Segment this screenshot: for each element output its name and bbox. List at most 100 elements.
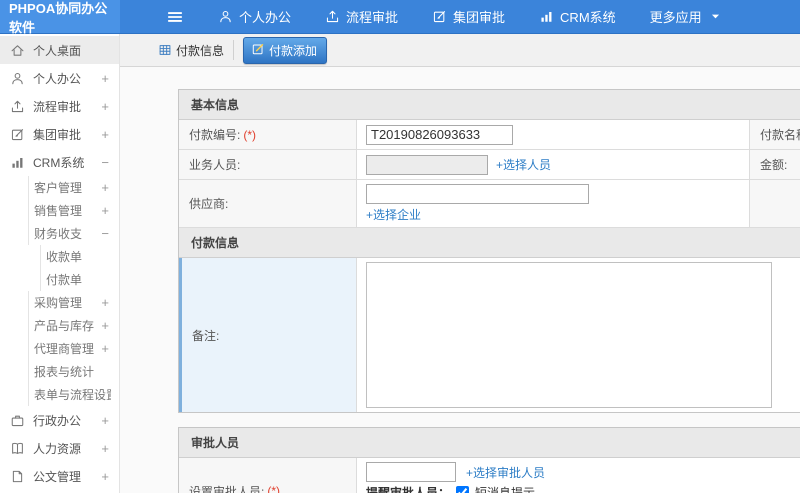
chart-icon bbox=[539, 9, 554, 24]
topbar-menu-item[interactable]: 更多应用 bbox=[650, 7, 723, 26]
select-person-link[interactable]: +选择人员 bbox=[496, 156, 551, 173]
sidebar-item[interactable]: 个人办公 + bbox=[0, 64, 119, 92]
hamburger-icon bbox=[166, 8, 184, 26]
sidebar-item-label: 财务收支 bbox=[34, 227, 83, 241]
topbar-menu-item-label: 个人办公 bbox=[239, 10, 292, 25]
supplier-input-cell: +选择企业 bbox=[357, 180, 749, 227]
sidebar-item[interactable]: CRM系统 − bbox=[0, 148, 119, 176]
expand-toggle[interactable]: + bbox=[101, 203, 111, 218]
sidebar-item[interactable]: 人力资源 + bbox=[0, 434, 119, 462]
approver-input[interactable] bbox=[366, 462, 456, 482]
document-icon bbox=[10, 469, 25, 484]
expand-toggle[interactable]: + bbox=[101, 71, 111, 86]
expand-toggle[interactable]: + bbox=[101, 441, 111, 456]
sidebar-item[interactable]: 收款单 bbox=[0, 245, 119, 268]
sidebar-item[interactable]: 销售管理 + bbox=[0, 199, 119, 222]
amount-label: 金额: bbox=[760, 158, 788, 172]
table-icon bbox=[158, 43, 172, 57]
sms-remind-checkbox[interactable] bbox=[456, 486, 470, 493]
sidebar-item-label: 报表与统计 bbox=[34, 365, 95, 379]
book-icon bbox=[10, 441, 25, 456]
select-approver-link[interactable]: +选择审批人员 bbox=[466, 464, 545, 481]
payment-form: 基本信息 付款编号: (*) 付款名称: (*) 业务人员: bbox=[120, 67, 800, 493]
sidebar-item[interactable]: 代理商管理 + bbox=[0, 337, 119, 360]
remark-input-cell bbox=[357, 258, 800, 412]
topbar-menu-item[interactable]: 集团审批 bbox=[432, 7, 505, 26]
expand-toggle[interactable]: + bbox=[101, 127, 111, 142]
expand-toggle[interactable]: + bbox=[101, 469, 111, 484]
sidebar-item-label: CRM系统 bbox=[33, 155, 85, 170]
sidebar-item[interactable]: 表单与流程设置+ bbox=[0, 383, 119, 406]
payment-no-input[interactable] bbox=[366, 124, 513, 145]
business-person-input-cell: +选择人员 bbox=[357, 150, 749, 179]
sidebar-item[interactable]: 行政办公 + bbox=[0, 406, 119, 434]
expand-toggle[interactable]: + bbox=[101, 318, 111, 333]
sidebar-item[interactable]: 公文管理 + bbox=[0, 462, 119, 490]
tab-payment-add[interactable]: 付款添加 bbox=[243, 36, 328, 64]
chart-icon bbox=[10, 155, 25, 170]
sidebar-item-label: 集团审批 bbox=[33, 127, 82, 142]
approver-label-cell: 设置审批人员: (*) bbox=[179, 458, 357, 493]
app-logo: PHPOA协同办公软件 bbox=[0, 0, 120, 35]
sidebar-item[interactable]: 采购管理 + bbox=[0, 291, 119, 314]
topbar-menu-item[interactable]: 流程审批 bbox=[325, 7, 398, 26]
supplier-row: 供应商: +选择企业 bbox=[179, 180, 800, 228]
section-header-basic: 基本信息 bbox=[179, 90, 800, 120]
tab-payment-add-label: 付款添加 bbox=[269, 43, 318, 58]
approver-select-line: +选择审批人员 bbox=[366, 462, 545, 482]
required-mark: (*) bbox=[243, 127, 257, 142]
sidebar-item-label: 收款单 bbox=[46, 250, 83, 264]
select-company-link[interactable]: +选择企业 bbox=[366, 206, 421, 223]
sidebar-item[interactable]: 客户管理 + bbox=[0, 176, 119, 199]
sidebar-item[interactable]: 财务收支 − bbox=[0, 222, 119, 245]
sidebar-item-label: 销售管理 bbox=[34, 204, 83, 218]
supplier-label: 供应商: bbox=[189, 197, 229, 211]
sidebar-item-label: 公文管理 bbox=[33, 469, 82, 484]
business-person-row: 业务人员: +选择人员 金额: bbox=[179, 150, 800, 180]
sidebar-item[interactable]: 个人桌面 bbox=[0, 36, 119, 64]
expand-toggle[interactable]: + bbox=[101, 180, 111, 195]
payment-name-label: 付款名称: bbox=[760, 128, 800, 142]
sidebar-item-label: 付款单 bbox=[46, 273, 83, 287]
edit-add-icon bbox=[251, 42, 265, 59]
sidebar-item[interactable]: 报表与统计 bbox=[0, 360, 119, 383]
payment-no-label: 付款编号: bbox=[189, 128, 241, 142]
expand-toggle[interactable]: − bbox=[101, 226, 111, 241]
topbar: PHPOA协同办公软件 个人办公 流程审批 集团审批 CRM系统 更多应用 bbox=[0, 0, 800, 35]
payment-name-label-cell: 付款名称: (*) bbox=[749, 120, 800, 149]
sidebar-item[interactable]: 集团审批 + bbox=[0, 120, 119, 148]
sidebar-item-label: 代理商管理 bbox=[34, 342, 95, 356]
approver-row: 设置审批人员: (*) +选择审批人员 提醒审批人员： 短消息提示 注：流程第一… bbox=[179, 458, 800, 493]
sidebar-item-label: 个人办公 bbox=[33, 71, 82, 86]
workflow-icon bbox=[10, 99, 25, 114]
supplier-row-right-cell bbox=[749, 180, 800, 227]
approver-input-cell: +选择审批人员 提醒审批人员： 短消息提示 注：流程第一步审批人员，这里选择你的… bbox=[357, 458, 800, 493]
expand-toggle[interactable]: + bbox=[101, 99, 111, 114]
expand-toggle[interactable]: − bbox=[101, 155, 111, 170]
expand-toggle[interactable]: + bbox=[101, 295, 111, 310]
tab-payment-info[interactable]: 付款信息 bbox=[158, 40, 235, 60]
sms-remind-label: 短消息提示 bbox=[475, 486, 536, 493]
basic-info-table: 基本信息 付款编号: (*) 付款名称: (*) 业务人员: bbox=[178, 89, 800, 413]
topbar-menu: 个人办公 流程审批 集团审批 CRM系统 更多应用 bbox=[120, 0, 800, 33]
tab-payment-info-label: 付款信息 bbox=[176, 43, 225, 58]
supplier-input[interactable] bbox=[366, 184, 589, 204]
sidebar-item[interactable]: 流程审批 + bbox=[0, 92, 119, 120]
sidebar-item[interactable]: 产品与库存 + bbox=[0, 314, 119, 337]
topbar-menu-item[interactable]: CRM系统 bbox=[539, 7, 616, 26]
approver-table: 审批人员 设置审批人员: (*) +选择审批人员 提醒审批人员： 短消息提示 bbox=[178, 427, 800, 493]
remark-textarea[interactable] bbox=[366, 262, 772, 408]
remark-label-cell: 备注: bbox=[179, 258, 357, 412]
sidebar-item[interactable]: 付款单 bbox=[0, 268, 119, 291]
expand-toggle[interactable]: + bbox=[101, 413, 111, 428]
payment-no-input-cell bbox=[357, 120, 749, 149]
remark-label: 备注: bbox=[192, 328, 220, 343]
menu-toggle-button[interactable] bbox=[166, 8, 184, 26]
caret-down-icon bbox=[708, 9, 723, 24]
business-person-input[interactable] bbox=[366, 154, 488, 175]
expand-toggle[interactable]: + bbox=[101, 341, 111, 356]
supplier-label-cell: 供应商: bbox=[179, 180, 357, 227]
topbar-menu-item[interactable]: 个人办公 bbox=[218, 7, 291, 26]
topbar-menu-item-label: 流程审批 bbox=[346, 10, 399, 25]
payment-no-row: 付款编号: (*) 付款名称: (*) bbox=[179, 120, 800, 150]
